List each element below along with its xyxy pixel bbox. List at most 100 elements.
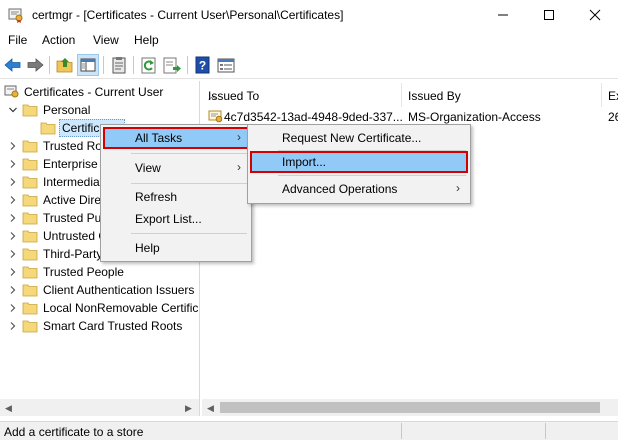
- forward-arrow-icon: [27, 58, 44, 72]
- menu-item-label: Export List...: [135, 212, 202, 226]
- up-folder-icon: [56, 58, 73, 73]
- cell-issued-to: 4c7d3542-13ad-4948-9ded-337...: [224, 110, 403, 124]
- up-one-level-button[interactable]: [54, 54, 76, 76]
- chevron-right-icon[interactable]: [8, 213, 18, 223]
- back-button[interactable]: [2, 54, 24, 76]
- toolbar-separator: [49, 56, 50, 74]
- toolbar-separator: [133, 56, 134, 74]
- chevron-right-icon[interactable]: [8, 231, 18, 241]
- title-bar: certmgr - [Certificates - Current User\P…: [0, 0, 618, 30]
- menu-view[interactable]: View: [93, 33, 119, 47]
- menu-item-label: Help: [135, 241, 160, 255]
- refresh-button[interactable]: [138, 54, 160, 76]
- menu-item-import[interactable]: Import...: [250, 151, 468, 173]
- back-arrow-icon: [4, 58, 21, 72]
- menu-separator: [278, 175, 466, 176]
- toolbar-separator: [103, 56, 104, 74]
- menu-help[interactable]: Help: [134, 33, 159, 47]
- tree-item-label: Local NonRemovable Certific: [43, 301, 199, 315]
- maximize-button[interactable]: [526, 0, 572, 30]
- chevron-right-icon[interactable]: [8, 177, 18, 187]
- chevron-down-icon[interactable]: [8, 105, 18, 115]
- menu-item-view[interactable]: View ›: [103, 157, 249, 179]
- menu-item-refresh[interactable]: Refresh: [103, 186, 249, 208]
- copy-button[interactable]: [108, 54, 130, 76]
- menu-item-all-tasks[interactable]: All Tasks ›: [103, 127, 249, 149]
- minimize-button[interactable]: [480, 0, 526, 30]
- tree-item-local-nonremovable[interactable]: Local NonRemovable Certific: [0, 299, 199, 317]
- menu-item-label: Import...: [282, 155, 327, 169]
- chevron-right-icon[interactable]: [8, 159, 18, 169]
- help-button[interactable]: ?: [192, 54, 214, 76]
- menu-item-help[interactable]: Help: [103, 237, 249, 259]
- menu-separator: [131, 153, 247, 154]
- menu-bar: File Action View Help: [0, 30, 618, 50]
- menu-separator: [131, 183, 247, 184]
- tree-item-label: Trusted Pu: [43, 211, 102, 225]
- submenu-arrow-icon: ›: [237, 160, 241, 174]
- tree-item-label: Trusted People: [43, 265, 124, 279]
- properties-button[interactable]: [215, 54, 237, 76]
- certificates-snapin-icon: [4, 85, 19, 98]
- tree-item-label: Enterprise T: [43, 157, 109, 171]
- toolbar-separator: [187, 56, 188, 74]
- menu-item-label: Request New Certificate...: [282, 131, 422, 145]
- folder-icon: [22, 212, 38, 225]
- menu-item-advanced-operations[interactable]: Advanced Operations ›: [250, 178, 468, 200]
- tree-item-trusted-people[interactable]: Trusted People: [0, 263, 199, 281]
- tree-item-smart-card-roots[interactable]: Smart Card Trusted Roots: [0, 317, 199, 335]
- maximize-icon: [544, 10, 554, 20]
- close-icon: [589, 9, 601, 21]
- folder-icon: [22, 284, 38, 297]
- list-horizontal-scrollbar[interactable]: ◀: [202, 399, 618, 416]
- scroll-left-icon[interactable]: ◀: [5, 403, 12, 414]
- menu-item-request-new-certificate[interactable]: Request New Certificate...: [250, 127, 468, 149]
- tree-root[interactable]: Certificates - Current User: [0, 83, 199, 101]
- submenu-arrow-icon: ›: [456, 181, 460, 195]
- help-icon: ?: [195, 56, 210, 74]
- folder-icon: [22, 266, 38, 279]
- folder-icon: [22, 302, 38, 315]
- all-tasks-submenu: Request New Certificate... Import... Adv…: [247, 124, 471, 204]
- status-text: Add a certificate to a store: [4, 425, 144, 439]
- chevron-right-icon[interactable]: [8, 321, 18, 331]
- folder-open-icon: [40, 122, 56, 135]
- scroll-left-icon[interactable]: ◀: [207, 403, 214, 414]
- menu-item-export-list[interactable]: Export List...: [103, 208, 249, 230]
- export-list-icon: [163, 57, 181, 74]
- menu-item-label: Refresh: [135, 190, 178, 204]
- folder-icon: [22, 230, 38, 243]
- chevron-right-icon[interactable]: [8, 141, 18, 151]
- clipboard-icon: [112, 57, 126, 74]
- close-button[interactable]: [572, 0, 618, 30]
- tree-item-label: Untrusted C: [43, 229, 108, 243]
- menu-file[interactable]: File: [8, 33, 27, 47]
- toolbar: ?: [0, 51, 618, 79]
- folder-icon: [22, 194, 38, 207]
- show-hide-console-tree-button[interactable]: [77, 54, 99, 76]
- tree-item-label: Third-Party: [43, 247, 103, 261]
- chevron-right-icon[interactable]: [8, 249, 18, 259]
- minimize-icon: [498, 14, 508, 16]
- scroll-right-icon[interactable]: ▶: [185, 403, 192, 414]
- export-list-button[interactable]: [161, 54, 183, 76]
- forward-button[interactable]: [24, 54, 46, 76]
- menu-action[interactable]: Action: [42, 33, 75, 47]
- tree-item-personal[interactable]: Personal: [0, 101, 199, 119]
- scrollbar-thumb[interactable]: [220, 402, 600, 413]
- refresh-icon: [141, 57, 156, 74]
- folder-icon: [22, 320, 38, 333]
- tree-item-client-auth-issuers[interactable]: Client Authentication Issuers: [0, 281, 199, 299]
- window-title: certmgr - [Certificates - Current User\P…: [32, 8, 344, 22]
- menu-item-label: Advanced Operations: [282, 182, 398, 196]
- folder-icon: [22, 158, 38, 171]
- chevron-right-icon[interactable]: [8, 303, 18, 313]
- chevron-right-icon[interactable]: [8, 267, 18, 277]
- chevron-right-icon[interactable]: [8, 195, 18, 205]
- svg-text:?: ?: [199, 59, 206, 73]
- tree-item-label: Personal: [43, 103, 91, 117]
- folder-icon: [22, 104, 38, 117]
- chevron-right-icon[interactable]: [8, 285, 18, 295]
- cell-expiration: 26: [608, 110, 618, 124]
- tree-horizontal-scrollbar[interactable]: ◀ ▶: [0, 399, 199, 416]
